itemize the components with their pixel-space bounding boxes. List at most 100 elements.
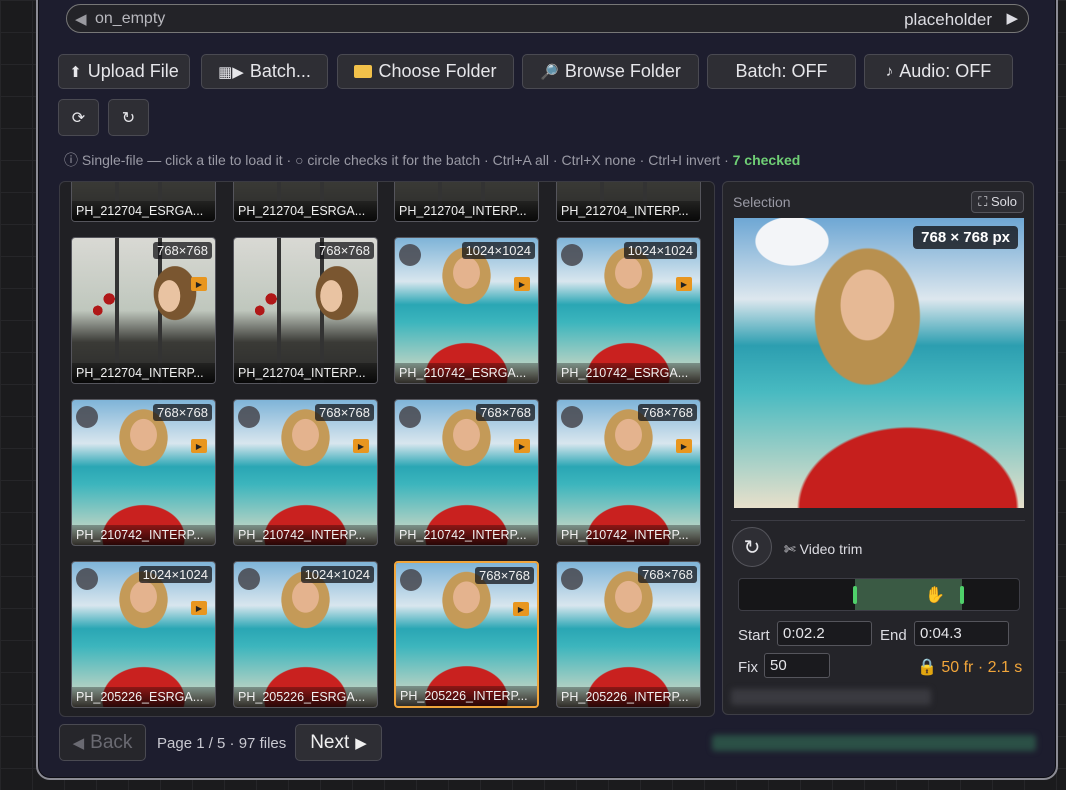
audio-toggle-label: Audio: OFF — [899, 61, 992, 81]
hint-text: ⓘ Single-file — click a tile to load it … — [64, 152, 733, 168]
start-input[interactable] — [777, 621, 872, 646]
tile-filename: PH_212704_INTERP... — [72, 363, 215, 383]
selection-panel: Selection ⛶ Solo 768 × 768 px ↻ ✄ Video … — [722, 181, 1034, 715]
browse-folder-label: Browse Folder — [564, 61, 681, 81]
file-tile[interactable]: 768×768 ▶ PH_210742_INTERP... — [71, 399, 216, 546]
on-empty-widget[interactable]: ◀ on_empty placeholder ▶ — [66, 4, 1029, 33]
batch-check-circle[interactable] — [238, 568, 260, 590]
trim-start-handle[interactable] — [852, 586, 857, 604]
tile-filename: PH_212704_ESRGA... — [234, 201, 377, 221]
file-tile[interactable]: 768×768 ▶ PH_212704_INTERP... — [71, 237, 216, 384]
trim-end-handle[interactable] — [959, 586, 964, 604]
video-play-icon: ▶ — [676, 439, 692, 453]
file-tile[interactable]: 768×768 ▶ PH_210742_INTERP... — [556, 399, 701, 546]
refresh-button[interactable]: ⟳ — [58, 99, 99, 136]
fix-input[interactable] — [764, 653, 830, 678]
video-play-icon: ▶ — [676, 277, 692, 291]
checked-count: 7 checked — [732, 152, 801, 168]
batch-check-circle[interactable] — [238, 406, 260, 428]
batch-check-circle[interactable] — [400, 569, 422, 591]
tile-filename: PH_205226_INTERP... — [557, 687, 700, 707]
upload-file-button[interactable]: ⬆ Upload File — [58, 54, 190, 89]
tile-filename: PH_210742_INTERP... — [395, 525, 538, 545]
file-tile[interactable]: 768×768 PH_212704_INTERP... — [233, 237, 378, 384]
preview-dimensions: 768 × 768 px — [913, 226, 1018, 249]
preview-image: 768 × 768 px — [734, 218, 1024, 508]
tile-filename: PH_212704_INTERP... — [557, 201, 700, 221]
file-tile[interactable]: 768×768 ▶ PH_205226_INTERP... — [394, 561, 539, 708]
tile-filename: PH_210742_ESRGA... — [557, 363, 700, 383]
choose-folder-label: Choose Folder — [378, 61, 497, 81]
file-tile[interactable]: PH_212704_INTERP... — [556, 182, 701, 222]
divider — [731, 520, 1025, 521]
refresh-icon: ⟳ — [71, 109, 86, 127]
file-tile[interactable]: 768×768 PH_205226_INTERP... — [556, 561, 701, 708]
folder-icon — [354, 65, 373, 78]
batch-check-circle[interactable] — [399, 244, 421, 266]
refresh-icon: ↻ — [743, 536, 761, 559]
reset-trim-button[interactable]: ↻ — [732, 527, 772, 567]
file-tile[interactable]: 1024×1024 PH_205226_ESRGA... — [233, 561, 378, 708]
batch-check-circle[interactable] — [399, 406, 421, 428]
reload-button[interactable]: ↻ — [108, 99, 149, 136]
usage-hint: ⓘ Single-file — click a tile to load it … — [64, 150, 800, 170]
video-play-icon: ▶ — [514, 277, 530, 291]
batch-toggle-button[interactable]: Batch: OFF — [707, 54, 856, 89]
fix-label: Fix — [738, 659, 758, 676]
batch-check-circle[interactable] — [561, 244, 583, 266]
batch-check-circle[interactable] — [561, 568, 583, 590]
tile-dimensions: 768×768 — [638, 404, 697, 421]
redacted-path — [731, 689, 931, 705]
end-input[interactable] — [914, 621, 1009, 646]
back-button[interactable]: ◀ Back — [59, 724, 146, 761]
audio-toggle-button[interactable]: ♪ Audio: OFF — [864, 54, 1013, 89]
trim-slider[interactable]: ✋ — [738, 578, 1020, 611]
file-grid[interactable]: PH_212704_ESRGA... PH_212704_ESRGA... PH_2… — [59, 181, 715, 717]
batch-button[interactable]: ▦▶ Batch... — [201, 54, 328, 89]
batch-check-circle[interactable] — [76, 568, 98, 590]
video-play-icon: ▶ — [191, 601, 207, 615]
tile-filename: PH_212704_INTERP... — [234, 363, 377, 383]
file-tile[interactable]: 1024×1024 ▶ PH_210742_ESRGA... — [556, 237, 701, 384]
batch-check-circle[interactable] — [76, 406, 98, 428]
decrement-arrow-icon[interactable]: ◀ — [75, 10, 87, 28]
tile-filename: PH_205226_ESRGA... — [234, 687, 377, 707]
music-note-icon: ♪ — [885, 63, 894, 80]
tile-dimensions: 768×768 — [153, 404, 212, 421]
tile-filename: PH_212704_INTERP... — [395, 201, 538, 221]
upload-file-label: Upload File — [87, 61, 179, 81]
video-trim-label: ✄ Video trim — [784, 541, 863, 557]
fps-info: 🔒 50 fr · 2.1 s — [917, 659, 1023, 676]
file-tile[interactable]: PH_212704_ESRGA... — [71, 182, 216, 222]
film-play-icon: ▦▶ — [218, 63, 244, 81]
tile-dimensions: 768×768 — [153, 242, 212, 259]
file-tile[interactable]: 1024×1024 ▶ PH_205226_ESRGA... — [71, 561, 216, 708]
tile-dimensions: 1024×1024 — [461, 242, 535, 259]
batch-label: Batch... — [249, 61, 311, 81]
tile-dimensions: 768×768 — [315, 404, 374, 421]
tile-dimensions: 1024×1024 — [300, 566, 374, 583]
next-button[interactable]: Next ▶ — [295, 724, 382, 761]
choose-folder-button[interactable]: Choose Folder — [337, 54, 514, 89]
file-tile[interactable]: 768×768 ▶ PH_210742_INTERP... — [233, 399, 378, 546]
file-tile[interactable]: PH_212704_INTERP... — [394, 182, 539, 222]
next-arrow-icon: ▶ — [355, 734, 367, 752]
increment-arrow-icon[interactable]: ▶ — [1006, 9, 1018, 27]
solo-button[interactable]: ⛶ Solo — [971, 191, 1024, 213]
browse-folder-button[interactable]: 🔎 Browse Folder — [522, 54, 699, 89]
start-label: Start — [738, 627, 770, 644]
rotate-icon: ↻ — [121, 109, 136, 127]
tile-dimensions: 768×768 — [315, 242, 374, 259]
tile-filename: PH_212704_ESRGA... — [72, 201, 215, 221]
end-label: End — [880, 627, 907, 644]
page-info: Page 1 / 5 · 97 files — [157, 735, 287, 752]
batch-toggle-label: Batch: OFF — [735, 61, 828, 81]
file-tile[interactable]: 1024×1024 ▶ PH_210742_ESRGA... — [394, 237, 539, 384]
file-tile[interactable]: PH_212704_ESRGA... — [233, 182, 378, 222]
trim-range — [854, 579, 962, 610]
file-tile[interactable]: 768×768 ▶ PH_210742_INTERP... — [394, 399, 539, 546]
video-play-icon: ▶ — [191, 277, 207, 291]
back-arrow-icon: ◀ — [72, 734, 85, 752]
batch-check-circle[interactable] — [561, 406, 583, 428]
tile-thumbnail — [234, 238, 377, 383]
